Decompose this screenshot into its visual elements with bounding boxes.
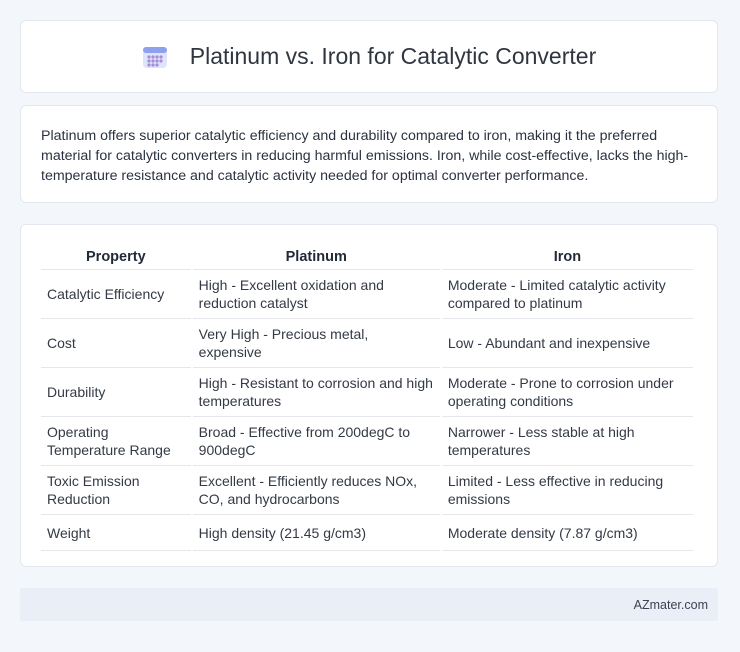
- property-cell: Durability: [41, 368, 191, 417]
- table-row: Catalytic Efficiency High - Excellent ox…: [41, 270, 693, 319]
- iron-cell: Moderate - Limited catalytic activity co…: [441, 270, 693, 319]
- comparison-table-card: Property Platinum Iron Catalytic Efficie…: [20, 224, 718, 567]
- iron-cell: Moderate density (7.87 g/cm3): [441, 515, 693, 551]
- column-header-property: Property: [41, 245, 191, 270]
- platinum-cell: Very High - Precious metal, expensive: [192, 319, 440, 368]
- title-card: Platinum vs. Iron for Catalytic Converte…: [20, 20, 718, 93]
- calendar-grid-icon: [142, 46, 167, 68]
- comparison-table: Property Platinum Iron Catalytic Efficie…: [39, 245, 695, 551]
- iron-cell: Moderate - Prone to corrosion under oper…: [441, 368, 693, 417]
- table-row: Weight High density (21.45 g/cm3) Modera…: [41, 515, 693, 551]
- summary-text: Platinum offers superior catalytic effic…: [41, 128, 689, 184]
- footer-bar: AZmater.com: [20, 588, 718, 621]
- property-cell: Catalytic Efficiency: [41, 270, 191, 319]
- footer-brand[interactable]: AZmater.com: [634, 598, 708, 612]
- iron-cell: Limited - Less effective in reducing emi…: [441, 466, 693, 515]
- table-row: Toxic Emission Reduction Excellent - Eff…: [41, 466, 693, 515]
- table-row: Cost Very High - Precious metal, expensi…: [41, 319, 693, 368]
- platinum-cell: High density (21.45 g/cm3): [192, 515, 440, 551]
- platinum-cell: High - Excellent oxidation and reduction…: [192, 270, 440, 319]
- table-header-row: Property Platinum Iron: [41, 245, 693, 270]
- table-row: Operating Temperature Range Broad - Effe…: [41, 417, 693, 466]
- summary-card: Platinum offers superior catalytic effic…: [20, 105, 718, 203]
- property-cell: Toxic Emission Reduction: [41, 466, 191, 515]
- property-cell: Operating Temperature Range: [41, 417, 191, 466]
- column-header-platinum: Platinum: [192, 245, 440, 270]
- iron-cell: Low - Abundant and inexpensive: [441, 319, 693, 368]
- title-wrap: Platinum vs. Iron for Catalytic Converte…: [142, 43, 596, 70]
- property-cell: Cost: [41, 319, 191, 368]
- platinum-cell: Excellent - Efficiently reduces NOx, CO,…: [192, 466, 440, 515]
- platinum-cell: Broad - Effective from 200degC to 900deg…: [192, 417, 440, 466]
- column-header-iron: Iron: [441, 245, 693, 270]
- platinum-cell: High - Resistant to corrosion and high t…: [192, 368, 440, 417]
- iron-cell: Narrower - Less stable at high temperatu…: [441, 417, 693, 466]
- page-title: Platinum vs. Iron for Catalytic Converte…: [189, 43, 597, 69]
- property-cell: Weight: [41, 515, 191, 551]
- table-row: Durability High - Resistant to corrosion…: [41, 368, 693, 417]
